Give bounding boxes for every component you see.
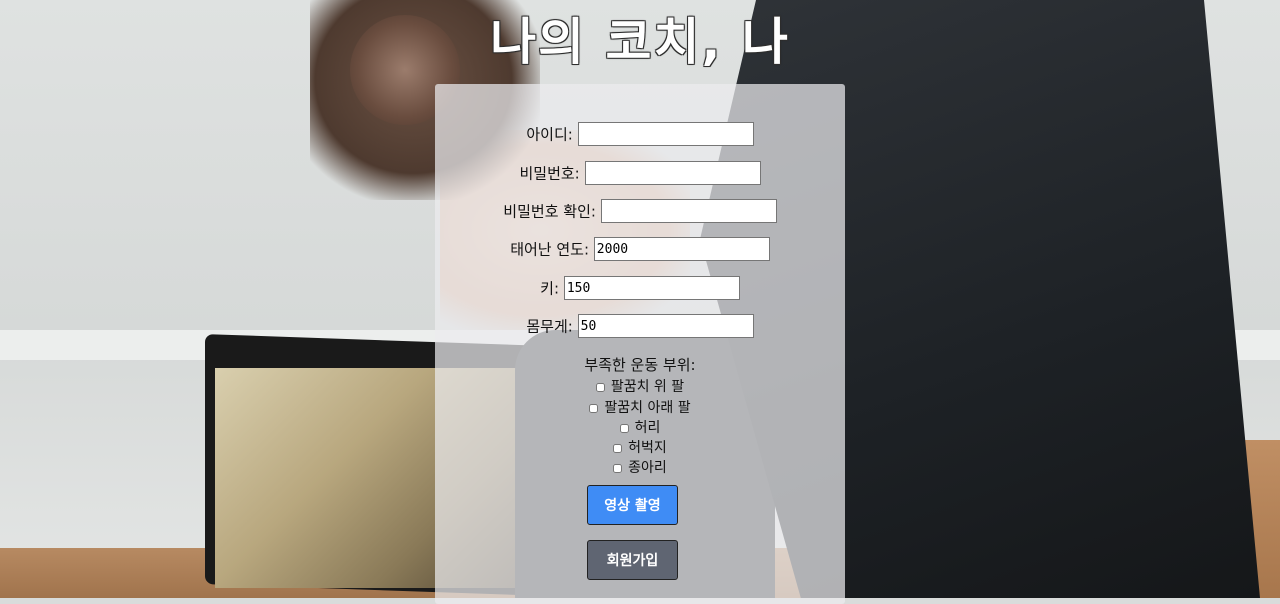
password-confirm-label: 비밀번호 확인:	[503, 202, 596, 221]
password-input[interactable]	[584, 161, 761, 185]
page-title: 나의 코치, 나	[490, 13, 790, 71]
height-row: 키:	[435, 276, 845, 300]
forearm-label: 팔꿈치 아래 팔	[604, 400, 691, 416]
birth-year-label: 태어난 연도:	[510, 240, 590, 259]
id-input[interactable]	[577, 122, 754, 146]
weight-input[interactable]	[577, 314, 754, 338]
record-video-button[interactable]: 영상 촬영	[587, 485, 678, 525]
weak-part-forearm: 팔꿈치 아래 팔	[435, 397, 845, 417]
weak-part-waist: 허리	[435, 417, 845, 437]
waist-checkbox[interactable]	[619, 423, 629, 433]
id-label: 아이디:	[526, 125, 573, 144]
password-confirm-row: 비밀번호 확인:	[435, 199, 845, 223]
waist-label: 허리	[634, 420, 661, 436]
password-label: 비밀번호:	[519, 164, 580, 183]
weak-part-calf: 종아리	[435, 457, 845, 477]
height-input[interactable]	[563, 276, 740, 300]
height-label: 키:	[540, 279, 560, 298]
weak-part-thigh: 허벅지	[435, 437, 845, 457]
weight-label: 몸무게:	[526, 317, 573, 336]
weight-row: 몸무게:	[435, 314, 845, 338]
weak-part-upper-arm: 팔꿈치 위 팔	[435, 376, 845, 396]
calf-label: 종아리	[628, 460, 667, 476]
birth-year-input[interactable]	[593, 237, 770, 261]
thigh-label: 허벅지	[628, 440, 667, 456]
signup-button[interactable]: 회원가입	[587, 540, 678, 580]
forearm-checkbox[interactable]	[589, 403, 599, 413]
upper-arm-label: 팔꿈치 위 팔	[610, 379, 685, 395]
thigh-checkbox[interactable]	[613, 443, 623, 453]
birth-year-row: 태어난 연도:	[435, 237, 845, 261]
password-row: 비밀번호:	[435, 161, 845, 185]
signup-form: 아이디: 비밀번호: 비밀번호 확인: 태어난 연도: 키: 몸무게: 부족한 …	[435, 84, 845, 604]
weak-parts-label: 부족한 운동 부위:	[584, 356, 696, 374]
upper-arm-checkbox[interactable]	[595, 382, 605, 392]
id-row: 아이디:	[435, 122, 845, 146]
calf-checkbox[interactable]	[613, 463, 623, 473]
password-confirm-input[interactable]	[600, 199, 777, 223]
